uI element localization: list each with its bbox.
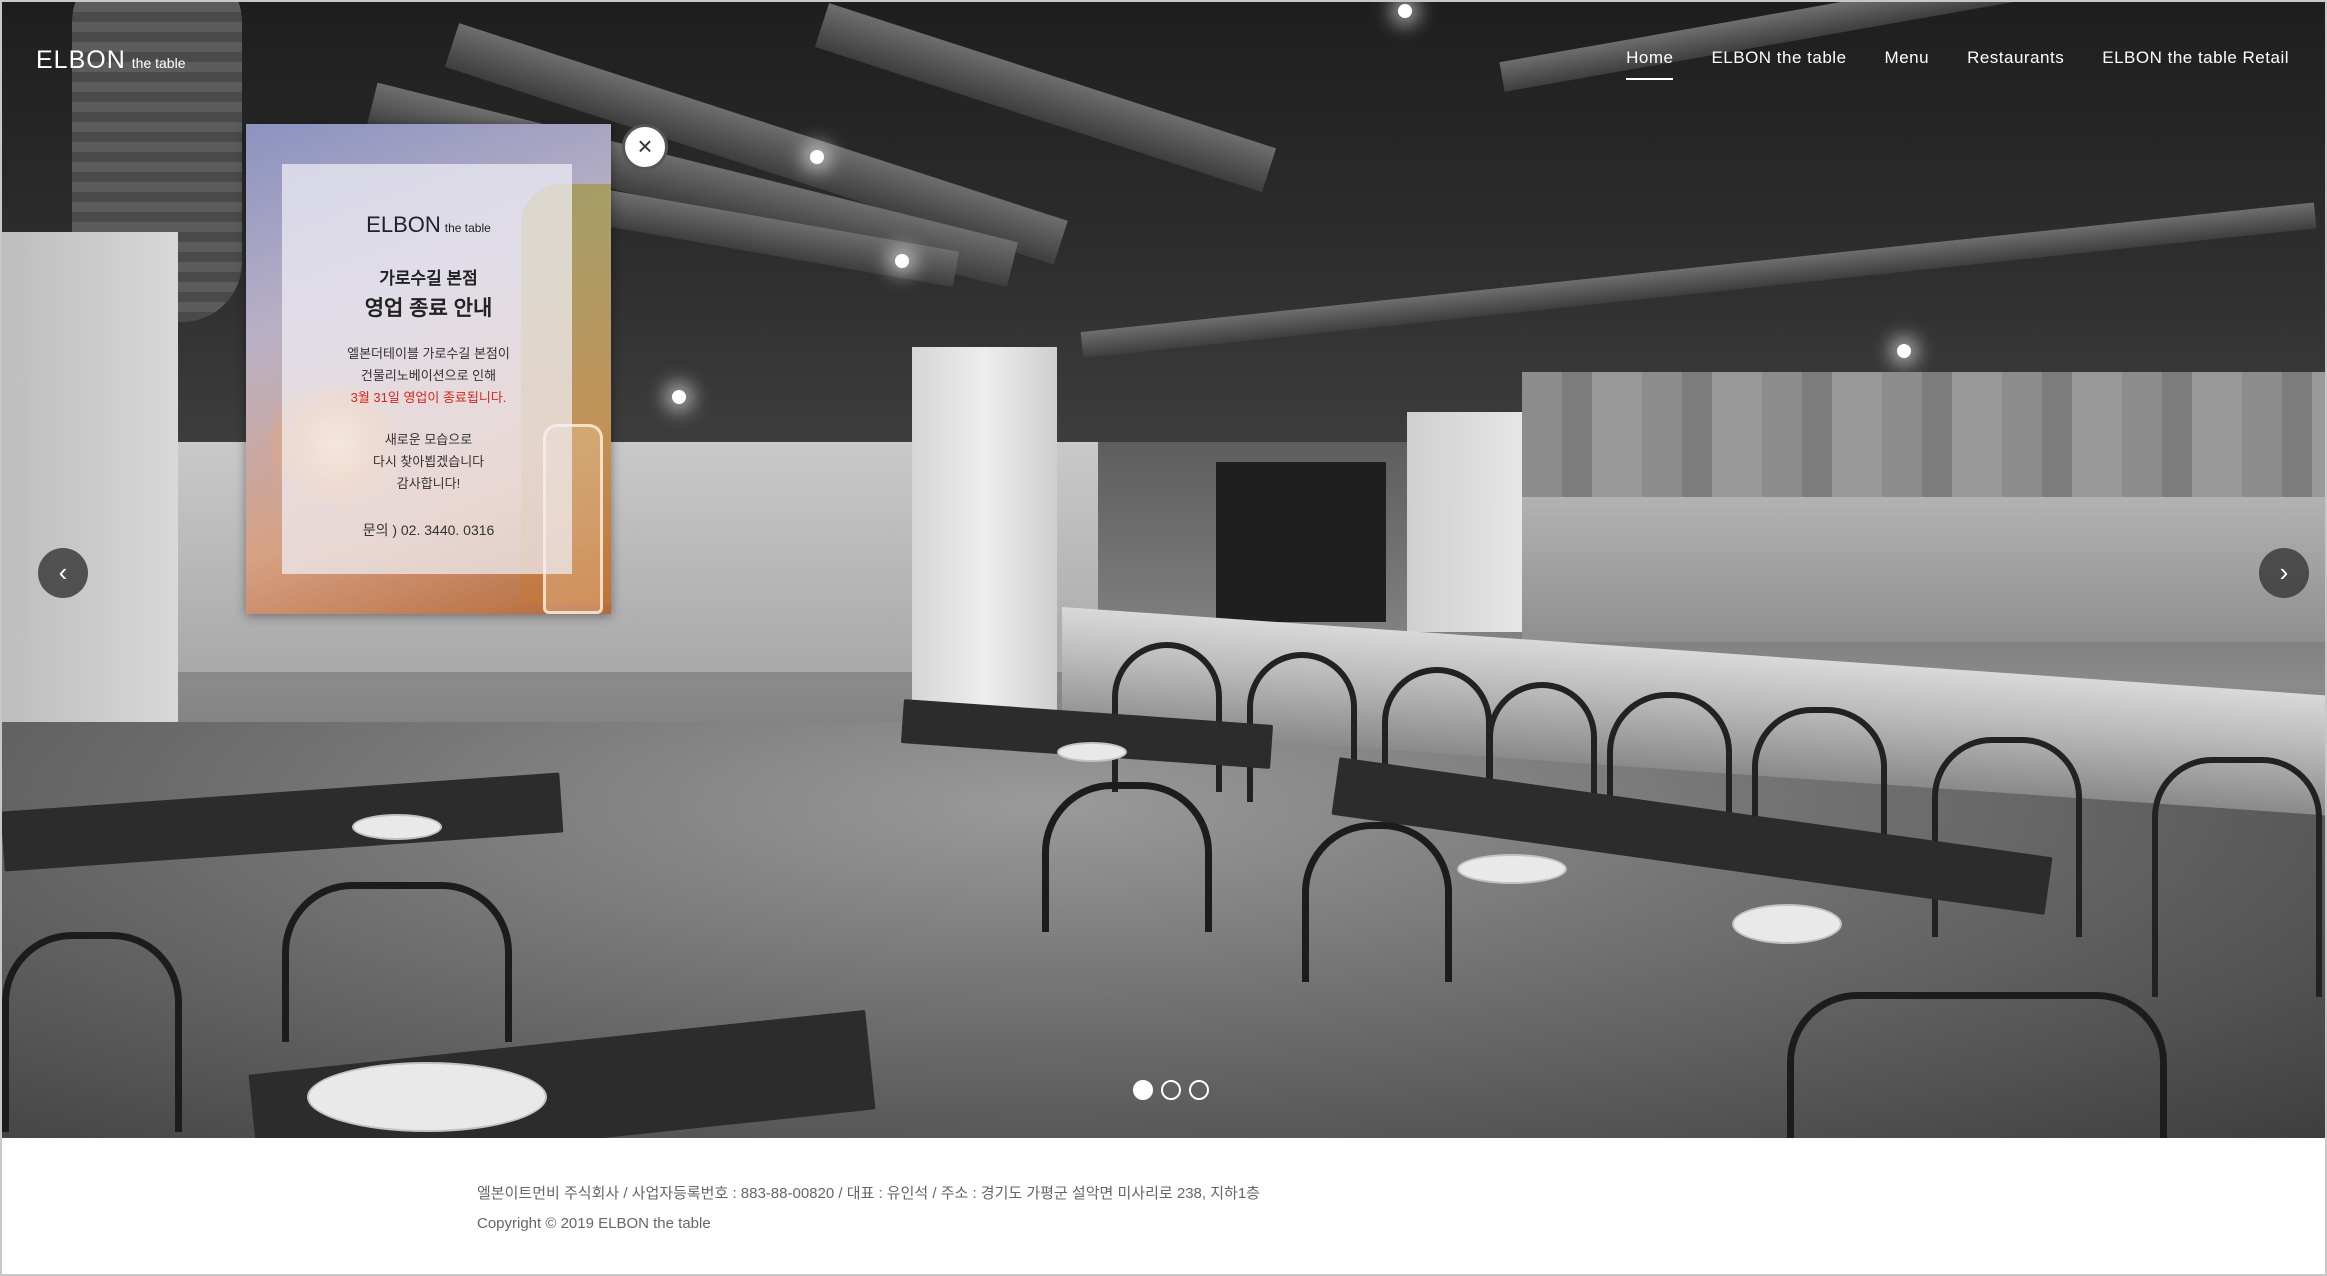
popup-body-line5: 다시 찾아뵙겠습니다 (372, 454, 485, 469)
company-info: 엘본이트먼비 주식회사 / 사업자등록번호 : 883-88-00820 / 대… (477, 1185, 1260, 1202)
popup-contact: 문의 ) 02. 3440. 0316 (362, 522, 495, 538)
chair (1302, 822, 1452, 982)
close-icon: × (637, 131, 653, 161)
pillar-photo (1407, 412, 1522, 632)
kitchen-hood-photo (1522, 372, 2325, 497)
slider-dot-3[interactable] (1189, 1080, 1209, 1100)
logo-subtext: the table (131, 55, 186, 71)
popup-body-line4: 새로운 모습으로 (384, 432, 473, 447)
slider-dot-2[interactable] (1161, 1080, 1181, 1100)
site-footer: 엘본이트먼비 주식회사 / 사업자등록번호 : 883-88-00820 / 대… (2, 1138, 2325, 1274)
popup-logo-text: ELBON (366, 212, 441, 237)
chair (1042, 782, 1212, 932)
slider-prev-button[interactable]: ‹ (38, 548, 88, 598)
plate (307, 1062, 547, 1132)
popup-logo: ELBON the table (246, 212, 611, 238)
popup-title-line1: 가로수길 본점 (379, 269, 478, 288)
ceiling-light (672, 390, 686, 404)
popup-body-line1: 엘본더테이블 가로수길 본점이 (347, 346, 510, 361)
popup-body-line6: 감사합니다! (396, 476, 461, 491)
chair (282, 882, 512, 1042)
chair (2, 932, 182, 1132)
plate (1057, 742, 1127, 762)
copyright: Copyright © 2019 ELBON the table (477, 1215, 711, 1232)
ceiling-light (895, 254, 909, 268)
chevron-right-icon: › (2279, 557, 2289, 587)
shelf-photo (1216, 462, 1386, 622)
plate (1732, 904, 1842, 944)
slider-dot-1[interactable] (1133, 1080, 1153, 1100)
plate (352, 814, 442, 840)
nav-retail[interactable]: ELBON the table Retail (2102, 48, 2289, 68)
popup-title-line2: 영업 종료 안내 (364, 297, 493, 320)
plate (1457, 854, 1567, 884)
nav-elbon-the-table[interactable]: ELBON the table (1711, 48, 1846, 68)
nav-home[interactable]: Home (1626, 48, 1674, 80)
notice-popup[interactable]: ELBON the table 가로수길 본점 영업 종료 안내 엘본더테이블 가… (246, 124, 611, 614)
ceiling-light (1398, 4, 1412, 18)
ceiling-light (810, 150, 824, 164)
slider-next-button[interactable]: › (2259, 548, 2309, 598)
chevron-left-icon: ‹ (58, 557, 68, 587)
slider-pagination (1133, 1080, 1209, 1100)
bar-stool (2152, 757, 2322, 997)
ceiling-light (1897, 344, 1911, 358)
popup-body-line2: 건물리노베이션으로 인해 (360, 368, 497, 383)
nav-restaurants[interactable]: Restaurants (1967, 48, 2064, 68)
popup-logo-subtext: the table (444, 221, 491, 235)
main-nav: Home ELBON the table Menu Restaurants EL… (1626, 48, 2289, 80)
logo-text: ELBON (36, 46, 126, 74)
popup-body-line3: 3월 31일 영업이 종료됩니다. (350, 390, 507, 405)
popup-close-button[interactable]: × (622, 124, 668, 170)
chair (1787, 992, 2167, 1138)
site-logo[interactable]: ELBON the table (36, 46, 185, 75)
nav-menu[interactable]: Menu (1885, 48, 1930, 68)
